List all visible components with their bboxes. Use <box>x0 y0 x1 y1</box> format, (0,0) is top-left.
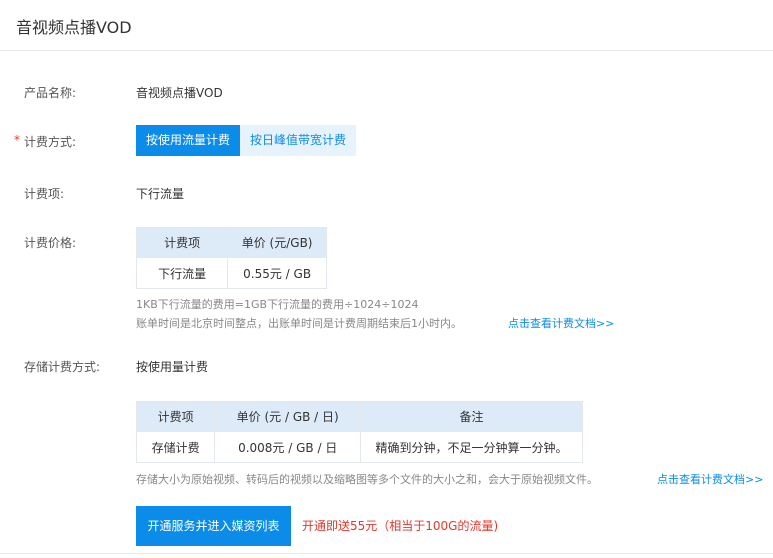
product-name-label: 产品名称: <box>24 86 77 100</box>
storage-price-table: 计费项 单价 (元 / GB / 日) 备注 存储计费 0.008元 / GB … <box>135 401 583 463</box>
page-header: 音视频点播VOD <box>0 0 773 51</box>
table-cell: 下行流量 <box>135 257 229 289</box>
table-cell: 精确到分钟，不足一分钟算一分钟。 <box>360 431 583 463</box>
table-header-row: 计费项 单价 (元/GB) <box>135 227 327 258</box>
table-header-cell: 计费项 <box>135 227 229 258</box>
required-mark: * <box>14 133 20 147</box>
billing-item-label: 计费项: <box>24 187 65 201</box>
table-header-cell: 备注 <box>360 401 583 432</box>
table-header-cell: 单价 (元 / GB / 日) <box>214 401 362 432</box>
storage-doc-link[interactable]: 点击查看计费文档>> <box>657 471 763 487</box>
open-service-button[interactable]: 开通服务并进入媒资列表 <box>136 506 291 546</box>
traffic-formula-note: 1KB下行流量的费用=1GB下行流量的费用÷1024÷1024 <box>136 298 419 311</box>
billing-item-value: 下行流量 <box>136 187 185 201</box>
billing-price-label: 计费价格: <box>24 236 77 250</box>
page-title: 音视频点播VOD <box>16 18 132 37</box>
bottom-divider <box>0 553 773 554</box>
billing-by-traffic-button[interactable]: 按使用流量计费 <box>136 125 240 156</box>
billing-method-label: 计费方式: <box>24 135 77 149</box>
table-row: 下行流量 0.55元 / GB <box>135 257 327 289</box>
table-row: 存储计费 0.008元 / GB / 日 精确到分钟，不足一分钟算一分钟。 <box>135 431 583 463</box>
billing-time-note: 账单时间是北京时间整点，出账单时间是计费周期结束后1小时内。 <box>136 317 462 330</box>
promo-text: 开通即送55元（相当于100G的流量) <box>302 519 499 533</box>
price-table: 计费项 单价 (元/GB) 下行流量 0.55元 / GB <box>135 227 327 289</box>
billing-by-bandwidth-button[interactable]: 按日峰值带宽计费 <box>240 125 356 156</box>
product-name-value: 音视频点播VOD <box>136 86 223 100</box>
table-header-cell: 计费项 <box>135 401 216 432</box>
storage-size-note: 存储大小为原始视频、转码后的视频以及缩略图等多个文件的大小之和，会大于原始视频文… <box>136 473 598 486</box>
storage-billing-value: 按使用量计费 <box>136 360 209 374</box>
storage-billing-label: 存储计费方式: <box>24 360 101 374</box>
table-header-cell: 单价 (元/GB) <box>227 227 327 258</box>
table-cell: 0.008元 / GB / 日 <box>214 431 362 463</box>
table-cell: 0.55元 / GB <box>227 257 327 289</box>
table-header-row: 计费项 单价 (元 / GB / 日) 备注 <box>135 401 583 432</box>
table-cell: 存储计费 <box>135 431 216 463</box>
billing-doc-link[interactable]: 点击查看计费文档>> <box>508 315 614 331</box>
